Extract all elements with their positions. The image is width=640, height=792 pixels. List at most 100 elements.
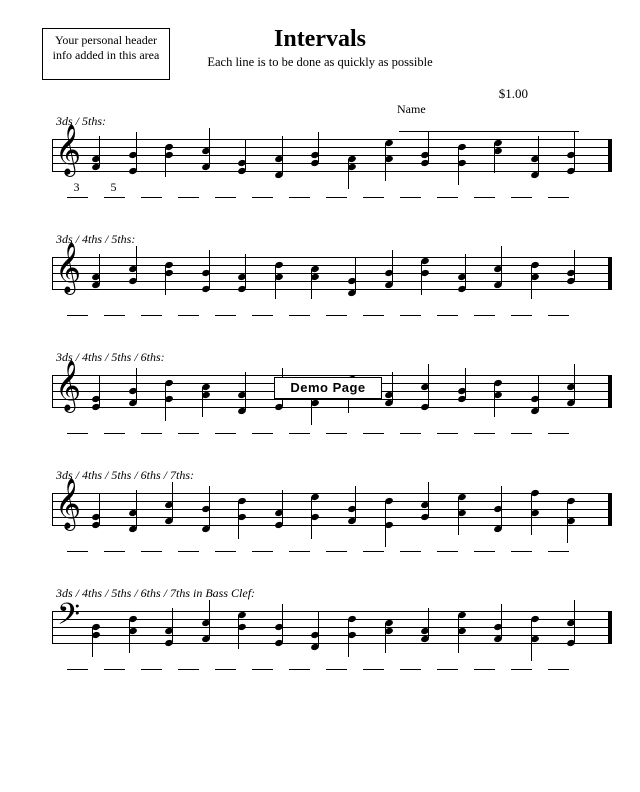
- answer-blank[interactable]: [246, 418, 283, 434]
- answer-blank[interactable]: [172, 300, 209, 316]
- answer-blank[interactable]: [283, 300, 320, 316]
- answer-blank[interactable]: [542, 654, 579, 670]
- answer-blank[interactable]: [61, 536, 98, 552]
- note-dyad: [234, 367, 256, 413]
- staff-treble: 𝄞: [52, 485, 612, 531]
- exercise-label: 3ds / 4ths / 5ths / 6ths:: [56, 350, 610, 365]
- note-dyad: [563, 603, 585, 649]
- answer-blank[interactable]: [357, 300, 394, 316]
- answer-blank[interactable]: [320, 654, 357, 670]
- answer-blank[interactable]: [505, 536, 542, 552]
- answer-blank[interactable]: [431, 418, 468, 434]
- note-dyad: [271, 603, 293, 649]
- note-dyad: [381, 485, 403, 531]
- note-dyad: [490, 249, 512, 295]
- answer-blank[interactable]: [394, 654, 431, 670]
- answer-blank[interactable]: [172, 654, 209, 670]
- answer-blank[interactable]: [394, 418, 431, 434]
- note-dyad: [161, 367, 183, 413]
- answer-blank[interactable]: [468, 300, 505, 316]
- note-dyad: [454, 367, 476, 413]
- price-label: $1.00: [499, 86, 528, 102]
- answer-blank[interactable]: [357, 536, 394, 552]
- answer-blank[interactable]: [209, 182, 246, 198]
- note-dyad: [161, 485, 183, 531]
- note-dyad: [454, 131, 476, 177]
- answer-blank[interactable]: [542, 182, 579, 198]
- note-dyad: [234, 485, 256, 531]
- answer-blank[interactable]: [209, 300, 246, 316]
- top-row: $1.00 Name: [30, 88, 610, 114]
- answer-blank[interactable]: [320, 182, 357, 198]
- note-dyad: [527, 485, 549, 531]
- answer-blank[interactable]: [542, 536, 579, 552]
- note-dyad: [125, 485, 147, 531]
- answer-blank[interactable]: [357, 418, 394, 434]
- answer-blank[interactable]: [468, 536, 505, 552]
- treble-clef-icon: 𝄞: [55, 127, 81, 173]
- answer-blank[interactable]: [209, 536, 246, 552]
- answer-blank[interactable]: [320, 418, 357, 434]
- answer-blank[interactable]: [431, 536, 468, 552]
- answer-blank[interactable]: [283, 536, 320, 552]
- answer-blank[interactable]: [98, 418, 135, 434]
- answer-blank[interactable]: [431, 300, 468, 316]
- answer-blank[interactable]: [394, 536, 431, 552]
- answer-blank[interactable]: [98, 536, 135, 552]
- answer-blank[interactable]: [135, 182, 172, 198]
- answer-blank[interactable]: [209, 418, 246, 434]
- answer-blank[interactable]: [431, 654, 468, 670]
- note-dyad: [125, 603, 147, 649]
- answer-blank[interactable]: [542, 418, 579, 434]
- answer-blank[interactable]: [135, 654, 172, 670]
- answer-blank[interactable]: [172, 182, 209, 198]
- answer-blank[interactable]: [172, 418, 209, 434]
- answer-blank[interactable]: [505, 182, 542, 198]
- answer-blank[interactable]: [468, 182, 505, 198]
- answer-blank[interactable]: 3: [61, 182, 98, 198]
- answer-blank[interactable]: [505, 654, 542, 670]
- answer-blank[interactable]: [283, 182, 320, 198]
- answer-blank[interactable]: [135, 536, 172, 552]
- answer-blank[interactable]: [468, 418, 505, 434]
- note-dyad: [344, 131, 366, 177]
- staff-treble: 𝄞: [52, 249, 612, 295]
- answer-blank[interactable]: [357, 654, 394, 670]
- note-dyad: [88, 249, 110, 295]
- exercise-row: 3ds / 4ths / 5ths / 6ths:𝄞Demo Page: [30, 350, 610, 434]
- answer-blank[interactable]: [394, 300, 431, 316]
- answer-blank[interactable]: [246, 654, 283, 670]
- answer-blank[interactable]: [394, 182, 431, 198]
- answer-blank[interactable]: [468, 654, 505, 670]
- note-dyad: [381, 131, 403, 177]
- answer-blank[interactable]: [135, 300, 172, 316]
- answer-blank[interactable]: [320, 536, 357, 552]
- note-dyad: [344, 485, 366, 531]
- answer-blank[interactable]: [431, 182, 468, 198]
- note-dyad: [88, 367, 110, 413]
- answer-blank[interactable]: 5: [98, 182, 135, 198]
- answer-blank[interactable]: [172, 536, 209, 552]
- answer-row: [61, 654, 610, 670]
- answer-blank[interactable]: [246, 182, 283, 198]
- answer-blank[interactable]: [246, 300, 283, 316]
- answer-blank[interactable]: [320, 300, 357, 316]
- answer-blank[interactable]: [135, 418, 172, 434]
- answer-blank[interactable]: [61, 418, 98, 434]
- note-dyad: [271, 131, 293, 177]
- answer-blank[interactable]: [98, 654, 135, 670]
- answer-blank[interactable]: [283, 654, 320, 670]
- answer-blank[interactable]: [505, 418, 542, 434]
- answer-blank[interactable]: [98, 300, 135, 316]
- answer-blank[interactable]: [357, 182, 394, 198]
- note-dyad: [161, 603, 183, 649]
- answer-blank[interactable]: [283, 418, 320, 434]
- answer-blank[interactable]: [246, 536, 283, 552]
- answer-blank[interactable]: [61, 654, 98, 670]
- answer-blank[interactable]: [61, 300, 98, 316]
- answer-blank[interactable]: [209, 654, 246, 670]
- exercise-row: 3ds / 4ths / 5ths / 6ths / 7ths in Bass …: [30, 586, 610, 670]
- answer-blank[interactable]: [505, 300, 542, 316]
- answer-blank[interactable]: [542, 300, 579, 316]
- note-dyad: [125, 131, 147, 177]
